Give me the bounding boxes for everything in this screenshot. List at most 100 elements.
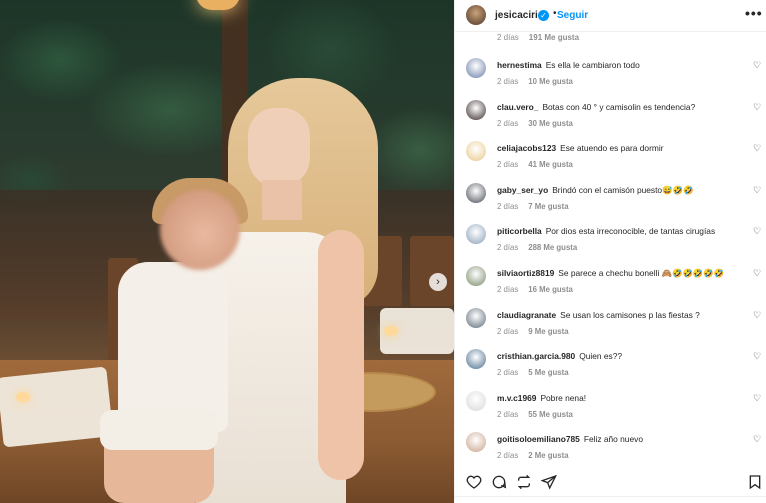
post-photo: › xyxy=(0,0,454,503)
chevron-right-icon: › xyxy=(436,276,440,288)
post-actions-bar xyxy=(455,470,766,496)
comment-time: 2 días xyxy=(497,77,519,86)
comment-meta: 2 días 7 Me gusta xyxy=(497,202,569,211)
comment-likes[interactable]: 5 Me gusta xyxy=(528,368,568,377)
paper-plane-icon[interactable] xyxy=(540,474,557,490)
avatar[interactable] xyxy=(466,58,486,78)
comment-text-line: m.v.c1969 Pobre nena! xyxy=(497,393,747,403)
heart-outline-icon[interactable] xyxy=(466,474,482,490)
comment-row: piticorbella Por dios esta irreconocible,… xyxy=(455,224,766,264)
chair xyxy=(410,236,454,306)
comment-text-line: silviaortiz8819 Se parece a chechu bonell… xyxy=(497,268,747,279)
blurred-girl-face xyxy=(160,190,240,270)
comment-row: claudiagranate Se usan los camisones p la… xyxy=(455,307,766,348)
comment-meta: 2 días 5 Me gusta xyxy=(497,368,569,377)
avatar[interactable] xyxy=(466,141,486,162)
comment-time: 2 días xyxy=(497,201,519,211)
comment-row: celiajacobs123 Ese atuendo es para dormir… xyxy=(455,141,766,181)
avatar[interactable] xyxy=(466,307,486,328)
heart-outline-icon[interactable]: ♡ xyxy=(753,226,761,237)
avatar[interactable] xyxy=(466,99,486,120)
heart-outline-icon[interactable]: ♡ xyxy=(753,143,761,154)
comment-text: Botas con 40 ° y camisolin es tendencia? xyxy=(542,101,696,112)
comment-text: Brindó con el camisón puesto😅🤣🤣 xyxy=(552,184,694,195)
comment-row: hernestima Es ella le cambiaron todo 2 día… xyxy=(455,58,766,98)
comment-likes[interactable]: 16 Me gusta xyxy=(528,285,573,294)
comment-time: 2 días xyxy=(497,409,519,419)
post-author-username[interactable]: jesicacirio xyxy=(495,10,544,21)
comment-text: Es ella le cambiaron todo xyxy=(545,60,640,70)
comment-likes[interactable]: 30 Me gusta xyxy=(528,119,573,128)
heart-outline-icon[interactable]: ♡ xyxy=(753,434,761,445)
comment-likes[interactable]: 288 Me gusta xyxy=(528,243,577,252)
comment-username[interactable]: piticorbella xyxy=(497,226,542,236)
heart-outline-icon[interactable]: ♡ xyxy=(753,60,761,71)
comment-meta: 2 días 41 Me gusta xyxy=(497,160,573,169)
comment-time: 2 días xyxy=(497,33,519,42)
comment-text-line: gaby_ser_yo Brindó con el camisón puesto😅… xyxy=(497,185,747,196)
avatar[interactable] xyxy=(466,432,486,453)
comment-text: Pobre nena! xyxy=(540,392,587,403)
previous-comment-meta: 2 días 191 Me gusta xyxy=(497,33,579,42)
comment-text: Quien es?? xyxy=(579,351,623,362)
comment-bubble-icon[interactable] xyxy=(491,474,507,490)
heart-outline-icon[interactable]: ♡ xyxy=(753,351,761,362)
comment-text-line: celiajacobs123 Ese atuendo es para dormir xyxy=(497,143,747,153)
avatar[interactable] xyxy=(466,182,486,203)
heart-outline-icon[interactable]: ♡ xyxy=(753,310,761,321)
avatar[interactable] xyxy=(466,266,486,286)
comments-list[interactable]: 2 días 191 Me gusta hernestima Es ella le … xyxy=(455,32,766,464)
comment-username[interactable]: m.v.c1969 xyxy=(497,393,536,403)
comment-likes[interactable]: 55 Me gusta xyxy=(528,410,573,419)
avatar[interactable] xyxy=(466,5,486,25)
comment-username[interactable]: clau.vero_ xyxy=(497,102,538,112)
post-header: jesicacirio ✓ • Seguir ••• xyxy=(455,0,766,32)
candle-light xyxy=(384,326,398,336)
comment-username[interactable]: cristhian.garcia.980 xyxy=(497,351,575,361)
comment-text: Se parece a chechu bonelli 🙈🤣🤣🤣🤣🤣 xyxy=(558,268,725,278)
comment-username[interactable]: claudiagranate xyxy=(497,310,556,320)
comment-meta: 2 días 288 Me gusta xyxy=(497,243,577,252)
comment-likes[interactable]: 9 Me gusta xyxy=(528,327,568,336)
heart-outline-icon[interactable]: ♡ xyxy=(753,185,761,196)
comment-likes[interactable]: 10 Me gusta xyxy=(528,77,573,86)
next-photo-button[interactable]: › xyxy=(429,273,447,291)
avatar[interactable] xyxy=(466,224,486,245)
comment-row: clau.vero_ Botas con 40 ° y camisolin es … xyxy=(455,99,766,140)
comment-username[interactable]: gaby_ser_yo xyxy=(497,185,548,195)
comment-likes[interactable]: 191 Me gusta xyxy=(529,33,579,42)
comment-row: silviaortiz8819 Se parece a chechu bonell… xyxy=(455,266,766,306)
post-sidebar: jesicacirio ✓ • Seguir ••• 2 días 191 Me … xyxy=(454,0,766,503)
avatar[interactable] xyxy=(466,390,486,411)
comment-likes[interactable]: 41 Me gusta xyxy=(528,160,573,169)
heart-outline-icon[interactable]: ♡ xyxy=(753,393,761,404)
woman-arm xyxy=(318,230,364,480)
avatar[interactable] xyxy=(466,349,486,370)
comment-likes[interactable]: 2 Me gusta xyxy=(528,451,568,460)
comment-time: 2 días xyxy=(497,160,519,170)
comment-username[interactable]: silviaortiz8819 xyxy=(497,268,554,278)
verified-badge-icon: ✓ xyxy=(538,9,549,21)
comment-text: Feliz año nuevo xyxy=(583,434,643,445)
comment-meta: 2 días 10 Me gusta xyxy=(497,77,573,86)
comment-row: m.v.c1969 Pobre nena! 2 días 55 Me gusta ♡ xyxy=(455,390,766,431)
bookmark-icon[interactable] xyxy=(747,474,763,490)
heart-outline-icon[interactable]: ♡ xyxy=(753,102,761,113)
follow-button[interactable]: Seguir xyxy=(557,10,588,21)
repost-icon[interactable] xyxy=(516,474,532,490)
comment-likes[interactable]: 7 Me gusta xyxy=(528,202,568,211)
comment-username[interactable]: celiajacobs123 xyxy=(497,143,556,153)
comment-text-line: goitisoloemiliano785 Feliz año nuevo xyxy=(497,434,747,444)
comment-username[interactable]: hernestima xyxy=(497,60,542,70)
comment-time: 2 días xyxy=(497,118,519,128)
candle-light xyxy=(16,392,30,402)
comment-username[interactable]: goitisoloemiliano785 xyxy=(497,434,580,444)
comment-text-line: piticorbella Por dios esta irreconocible,… xyxy=(497,226,747,236)
likes-summary-edge xyxy=(455,496,766,503)
comment-meta: 2 días 9 Me gusta xyxy=(497,327,569,336)
girl-top xyxy=(118,262,228,432)
more-options-icon[interactable]: ••• xyxy=(745,5,763,21)
heart-outline-icon[interactable]: ♡ xyxy=(753,268,761,279)
comment-text: Por dios esta irreconocible, de tantas c… xyxy=(545,226,716,237)
woman-neck xyxy=(262,180,302,220)
